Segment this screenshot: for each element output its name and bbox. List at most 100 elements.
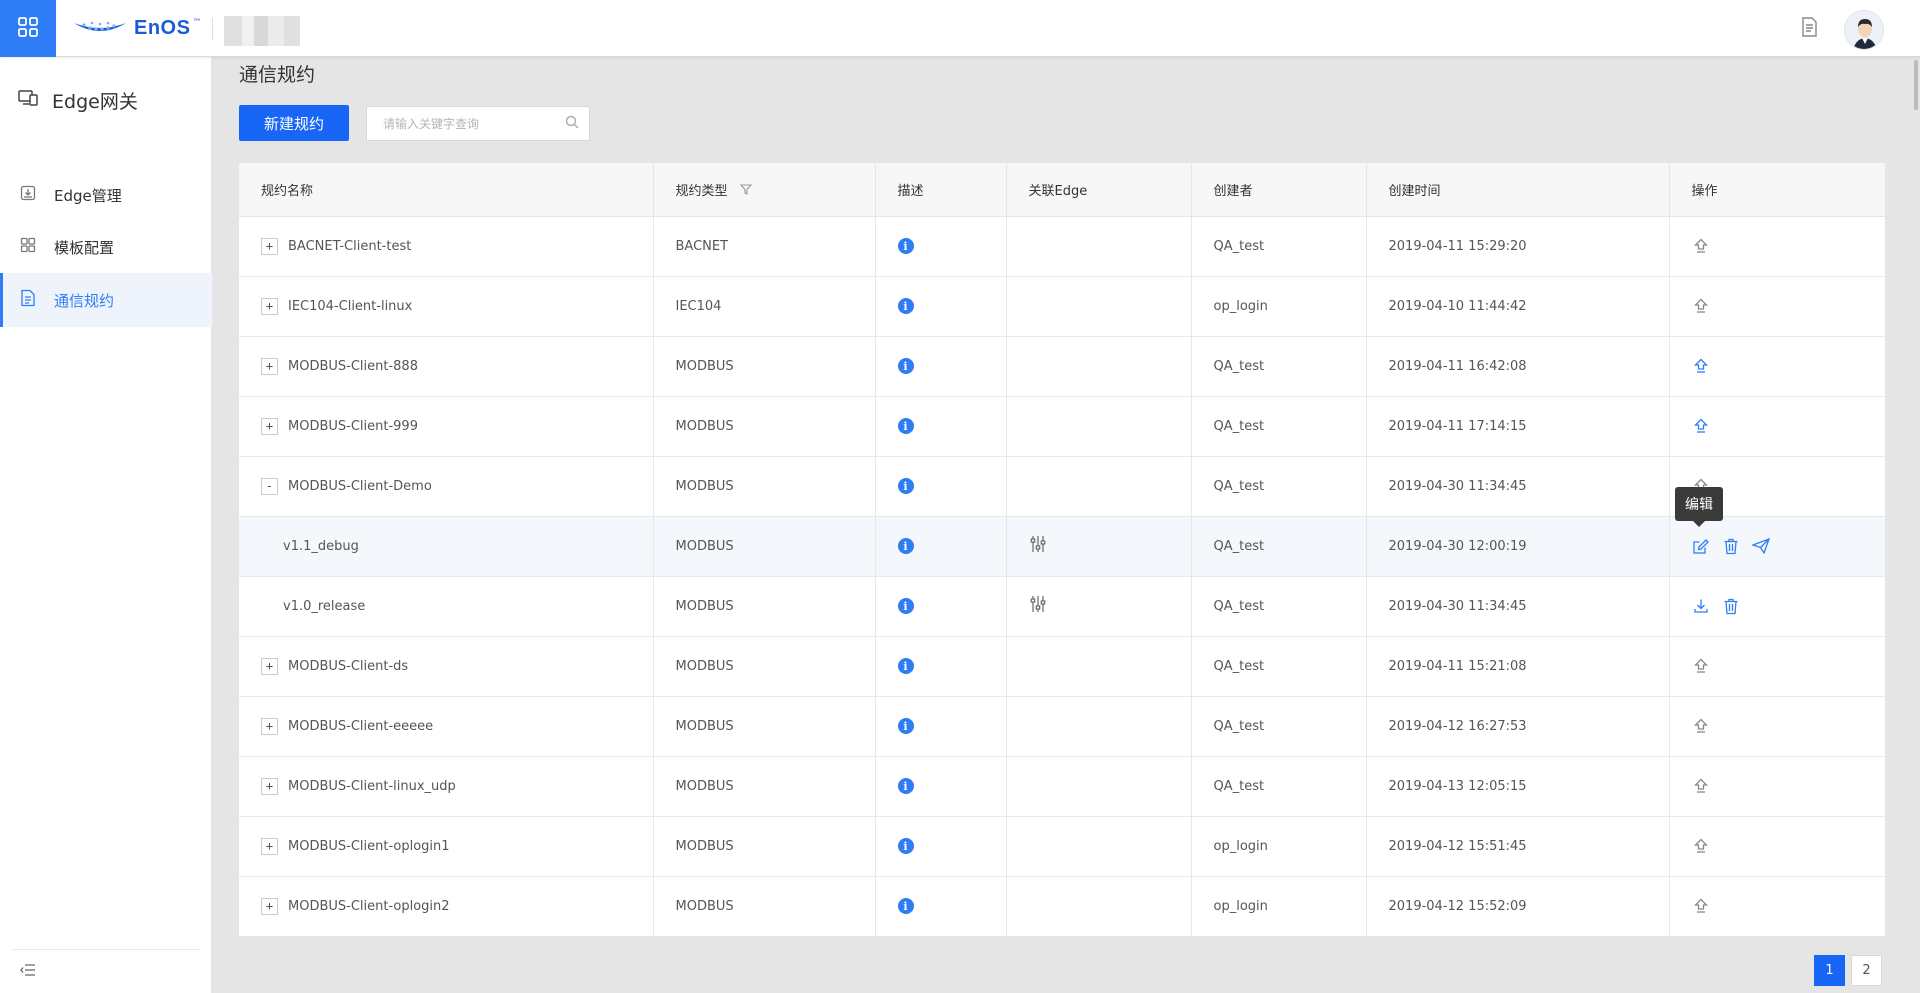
info-icon[interactable]: i	[897, 418, 914, 434]
info-icon[interactable]: i	[897, 658, 914, 674]
expand-row-button[interactable]: +	[261, 777, 278, 795]
cell-created-time: 2019-04-30 12:00:19	[1366, 516, 1670, 577]
cell-creator: QA_test	[1191, 216, 1367, 277]
user-avatar[interactable]	[1844, 10, 1884, 50]
info-icon[interactable]: i	[897, 838, 914, 854]
cell-linked-edge	[1006, 276, 1192, 337]
info-icon[interactable]: i	[897, 778, 914, 794]
publish-icon[interactable]	[1751, 537, 1770, 555]
sliders-icon[interactable]	[1029, 535, 1047, 553]
search-icon[interactable]	[565, 115, 579, 133]
cell-creator: QA_test	[1191, 636, 1367, 697]
info-icon[interactable]: i	[897, 238, 914, 254]
cell-description: i	[875, 576, 1007, 637]
expand-row-button[interactable]: +	[261, 897, 278, 915]
sidebar-collapse-button[interactable]	[12, 949, 200, 993]
table-row[interactable]: v1.0_release MODBUS i QA_test 2019-04-30…	[239, 576, 1885, 637]
edit-icon[interactable]	[1692, 537, 1710, 555]
expand-row-button[interactable]: +	[261, 417, 278, 435]
expand-row-button[interactable]: +	[261, 237, 278, 255]
sidebar-item-template-config[interactable]: 模板配置	[0, 220, 212, 274]
cell-name: + IEC104-Client-linux	[239, 276, 654, 337]
cell-created-time: 2019-04-11 17:14:15	[1366, 396, 1670, 457]
delete-icon[interactable]	[1722, 537, 1740, 555]
page-button[interactable]: 1	[1814, 955, 1845, 986]
table-row[interactable]: + MODBUS-Client-oplogin2 MODBUS i op_log…	[239, 876, 1885, 937]
sliders-icon[interactable]	[1029, 595, 1047, 613]
cell-creator: QA_test	[1191, 576, 1367, 637]
sidebar-item-edge-management[interactable]: Edge管理	[0, 168, 212, 222]
info-icon[interactable]: i	[897, 298, 914, 314]
page-button[interactable]: 2	[1851, 955, 1882, 986]
upload-icon[interactable]	[1692, 657, 1710, 675]
upload-icon[interactable]	[1692, 297, 1710, 315]
search-input[interactable]	[381, 115, 565, 132]
download-icon[interactable]	[1692, 597, 1710, 615]
delete-icon[interactable]	[1722, 597, 1740, 615]
collapse-row-button[interactable]: -	[261, 477, 278, 495]
upload-icon[interactable]	[1692, 897, 1710, 915]
upload-icon[interactable]	[1692, 837, 1710, 855]
expand-row-button[interactable]: +	[261, 717, 278, 735]
sidebar: Edge网关 Edge管理 模板配置 通信规约	[0, 57, 212, 993]
table-row[interactable]: + MODBUS-Client-eeeee MODBUS i QA_test 2…	[239, 696, 1885, 757]
upload-icon[interactable]	[1692, 237, 1710, 255]
cell-created-time: 2019-04-11 15:29:20	[1366, 216, 1670, 277]
upload-icon[interactable]	[1692, 357, 1710, 375]
column-header-linked-edge: 关联Edge	[1006, 163, 1192, 217]
info-icon[interactable]: i	[897, 478, 914, 494]
upload-icon[interactable]	[1692, 417, 1710, 435]
enos-logo[interactable]: EnOS ™	[72, 16, 201, 40]
column-header-name[interactable]: 规约名称	[239, 163, 654, 217]
pagination: 12	[1814, 955, 1882, 986]
info-icon[interactable]: i	[897, 718, 914, 734]
protocol-name: MODBUS-Client-linux_udp	[288, 778, 456, 794]
protocol-name: IEC104-Client-linux	[288, 298, 413, 314]
page-title: 通信规约	[239, 64, 316, 86]
table-row[interactable]: + MODBUS-Client-888 MODBUS i QA_test 201…	[239, 336, 1885, 397]
sidebar-item-protocols[interactable]: 通信规约	[0, 273, 212, 327]
cell-description: i	[875, 876, 1007, 937]
info-icon[interactable]: i	[897, 898, 914, 914]
protocol-name: MODBUS-Client-Demo	[288, 478, 432, 494]
column-header-type[interactable]: 规约类型	[653, 163, 876, 217]
top-bar: EnOS ™	[0, 0, 1920, 57]
column-header-actions: 操作	[1669, 163, 1885, 217]
expand-row-button[interactable]: +	[261, 297, 278, 315]
column-header-created-time: 创建时间	[1366, 163, 1670, 217]
cell-actions	[1669, 756, 1885, 817]
search-box[interactable]	[366, 106, 590, 141]
table-row[interactable]: + BACNET-Client-test BACNET i QA_test 20…	[239, 216, 1885, 277]
upload-icon[interactable]	[1692, 777, 1710, 795]
app-menu-button[interactable]	[0, 0, 56, 57]
page-scrollbar[interactable]	[1914, 60, 1918, 110]
cell-creator: QA_test	[1191, 396, 1367, 457]
protocol-name: MODBUS-Client-ds	[288, 658, 409, 674]
expand-row-button[interactable]: +	[261, 357, 278, 375]
cell-creator: QA_test	[1191, 456, 1367, 517]
expand-row-button[interactable]: +	[261, 657, 278, 675]
expand-row-button[interactable]: +	[261, 837, 278, 855]
info-icon[interactable]: i	[897, 538, 914, 554]
cell-type: MODBUS	[653, 816, 876, 877]
cell-type: MODBUS	[653, 636, 876, 697]
documentation-button[interactable]	[1796, 16, 1822, 42]
table-row[interactable]: - MODBUS-Client-Demo MODBUS i QA_test 20…	[239, 456, 1885, 517]
table-row[interactable]: + MODBUS-Client-linux_udp MODBUS i QA_te…	[239, 756, 1885, 817]
document-list-icon	[20, 289, 36, 311]
organization-name-redacted[interactable]	[224, 16, 300, 46]
collapse-menu-icon	[20, 963, 36, 981]
protocol-name: BACNET-Client-test	[288, 238, 412, 254]
cell-name: + BACNET-Client-test	[239, 216, 654, 277]
info-icon[interactable]: i	[897, 598, 914, 614]
table-row[interactable]: + MODBUS-Client-oplogin1 MODBUS i op_log…	[239, 816, 1885, 877]
cell-description: i	[875, 336, 1007, 397]
upload-icon[interactable]	[1692, 717, 1710, 735]
table-row[interactable]: + MODBUS-Client-ds MODBUS i QA_test 2019…	[239, 636, 1885, 697]
new-protocol-button[interactable]: 新建规约	[239, 105, 349, 141]
table-row[interactable]: + MODBUS-Client-999 MODBUS i QA_test 201…	[239, 396, 1885, 457]
table-row[interactable]: v1.1_debug MODBUS i QA_test 2019-04-30 1…	[239, 516, 1885, 577]
info-icon[interactable]: i	[897, 358, 914, 374]
table-row[interactable]: + IEC104-Client-linux IEC104 i op_login …	[239, 276, 1885, 337]
filter-icon[interactable]	[739, 184, 752, 199]
